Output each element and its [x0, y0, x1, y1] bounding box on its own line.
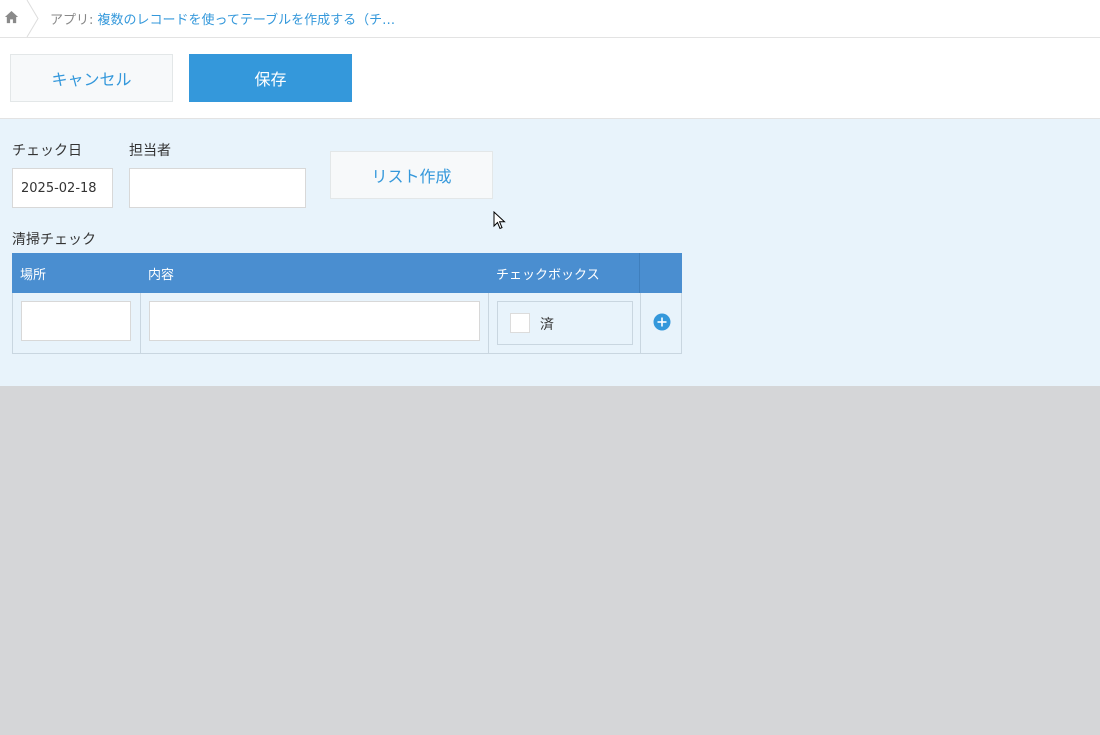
cancel-button[interactable]: キャンセル — [10, 54, 173, 102]
column-header-checkbox: チェックボックス — [488, 253, 640, 293]
action-bar: キャンセル 保存 — [0, 38, 1100, 119]
column-header-place: 場所 — [20, 267, 47, 283]
content-input[interactable] — [149, 301, 480, 341]
done-checkbox-group: 済 — [497, 301, 633, 345]
table-row: 済 — [12, 293, 682, 354]
breadcrumb-app-link[interactable]: アプリ: 複数のレコードを使ってテーブルを作成する（チ… — [50, 9, 395, 28]
table-header: 場所 内容 チェックボックス — [12, 253, 682, 293]
content-cell — [141, 293, 489, 353]
check-date-label: チェック日 — [12, 143, 82, 159]
assignee-input[interactable] — [129, 168, 306, 208]
place-cell — [13, 293, 141, 353]
subtable-label: 清掃チェック — [12, 232, 96, 248]
done-checkbox-label[interactable]: 済 — [540, 314, 554, 334]
row-actions-cell — [641, 293, 681, 353]
home-icon[interactable] — [4, 10, 19, 25]
breadcrumb-app-name[interactable]: 複数のレコードを使ってテーブルを作成する（チ… — [98, 13, 396, 28]
breadcrumb: アプリ: 複数のレコードを使ってテーブルを作成する（チ… — [0, 0, 1100, 38]
mouse-cursor-icon — [493, 211, 506, 230]
place-input[interactable] — [21, 301, 131, 341]
save-button[interactable]: 保存 — [189, 54, 352, 102]
assignee-label: 担当者 — [129, 143, 171, 159]
record-form: チェック日 2025-02-18 担当者 リスト作成 清掃チェック 場所 内容 … — [0, 119, 1100, 386]
breadcrumb-prefix: アプリ: — [50, 13, 94, 28]
create-list-button[interactable]: リスト作成 — [330, 151, 493, 199]
checkbox-cell: 済 — [489, 293, 641, 353]
cleaning-check-table: 場所 内容 チェックボックス 済 — [12, 253, 682, 354]
breadcrumb-separator — [26, 0, 39, 37]
column-header-content: 内容 — [148, 267, 175, 283]
add-row-icon[interactable] — [653, 313, 671, 331]
done-checkbox[interactable] — [510, 313, 530, 333]
check-date-input[interactable]: 2025-02-18 — [12, 168, 113, 208]
